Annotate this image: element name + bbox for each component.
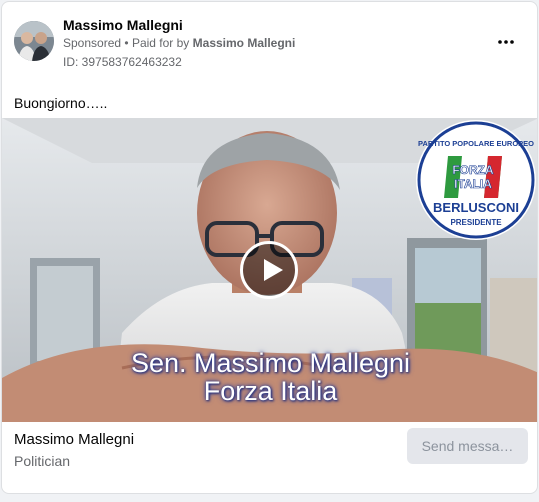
play-icon[interactable]	[240, 241, 298, 299]
avatar[interactable]	[14, 21, 54, 61]
logo-arc-text: PARTITO POPOLARE EUROPEO	[418, 139, 534, 148]
more-horizontal-icon	[498, 40, 514, 44]
party-logo: PARTITO POPOLARE EUROPEO FORZA ITALIA BE…	[416, 120, 536, 240]
send-message-button[interactable]: Send messa…	[407, 428, 528, 464]
logo-flag-line1: FORZA	[452, 163, 494, 177]
post-text: Buongiorno…..	[14, 95, 108, 111]
logo-subtitle: PRESIDENTE	[450, 218, 502, 227]
video-caption-line1: Sen. Massimo Mallegni	[130, 348, 411, 378]
sponsored-label: Sponsored	[63, 36, 122, 50]
payer-name: Massimo Mallegni	[192, 36, 296, 50]
footer-page-category: Politician	[14, 453, 71, 469]
more-options-button[interactable]	[494, 30, 518, 54]
footer-page-name[interactable]: Massimo Mallegni	[14, 431, 134, 448]
ad-card: Massimo Mallegni Sponsored • Paid for by…	[1, 1, 538, 494]
advertiser-name[interactable]: Massimo Mallegni	[63, 17, 183, 33]
ad-id: ID: 397583762463232	[63, 55, 182, 69]
paid-for-prefix: Paid for by	[131, 36, 190, 50]
video-player[interactable]: PARTITO POPOLARE EUROPEO FORZA ITALIA BE…	[2, 118, 537, 422]
video-caption-line2: Forza Italia	[203, 376, 338, 406]
separator-dot: •	[124, 36, 132, 50]
sponsored-line: Sponsored • Paid for by Massimo Mallegni	[63, 36, 295, 50]
logo-flag-line2: ITALIA	[454, 177, 492, 191]
logo-name: BERLUSCONI	[433, 200, 519, 215]
